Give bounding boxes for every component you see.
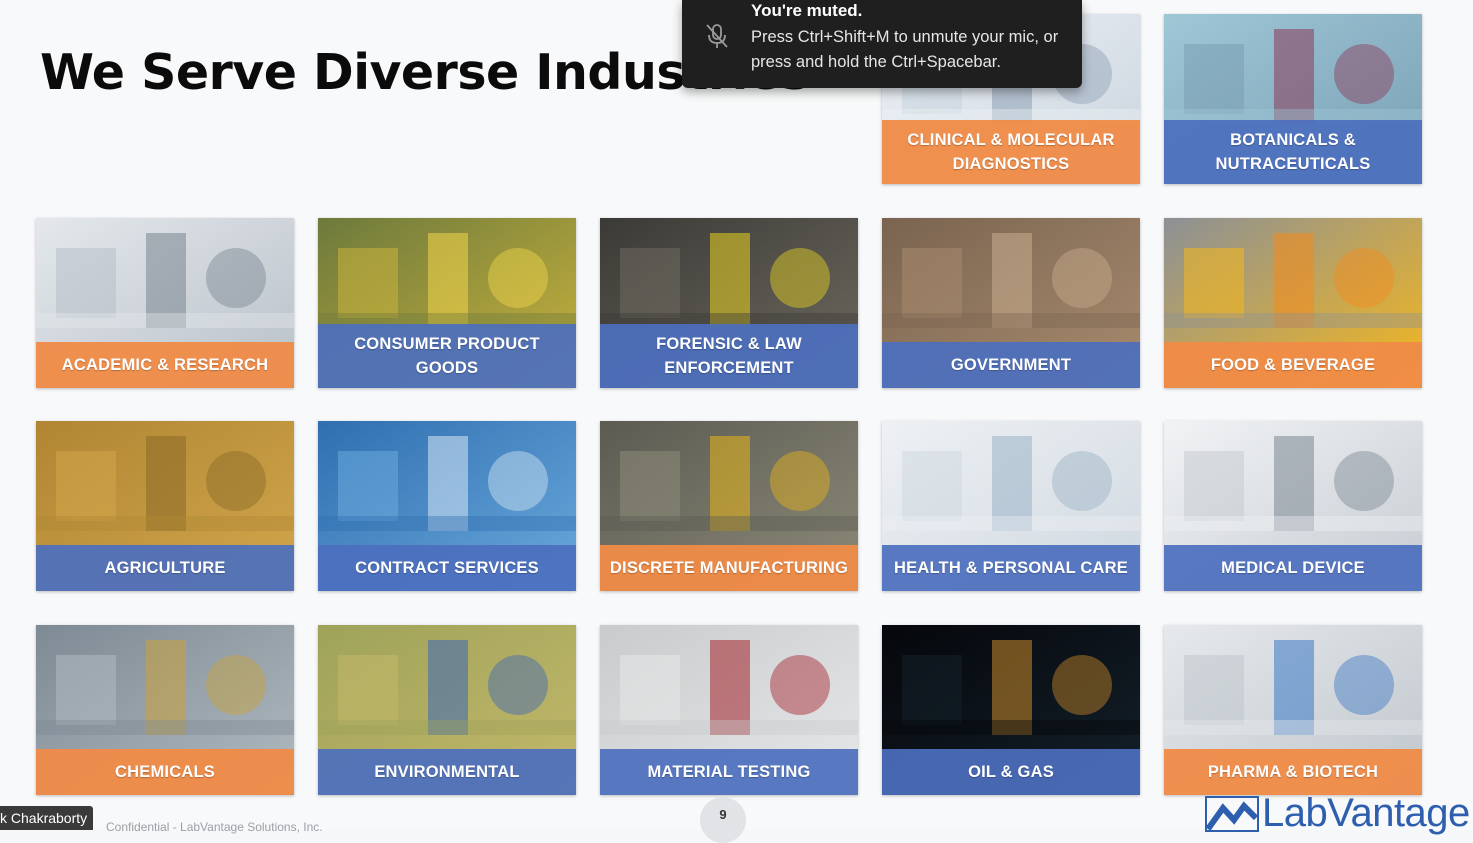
tile-label: CLINICAL & MOLECULAR DIAGNOSTICS: [882, 120, 1140, 184]
tile-label: MEDICAL DEVICE: [1164, 545, 1422, 591]
logo-wordmark: LabVantage: [1262, 791, 1470, 835]
tile-label: PHARMA & BIOTECH: [1164, 749, 1422, 795]
mic-off-icon: [706, 24, 728, 48]
industry-tile[interactable]: OIL & GAS: [882, 625, 1140, 795]
tile-label: CONTRACT SERVICES: [318, 545, 576, 591]
tile-label: CHEMICALS: [36, 749, 294, 795]
industry-tile[interactable]: FOOD & BEVERAGE: [1164, 218, 1422, 388]
tile-label: HEALTH & PERSONAL CARE: [882, 545, 1140, 591]
tile-label: BOTANICALS & NUTRACEUTICALS: [1164, 120, 1422, 184]
page-number: 9: [700, 797, 746, 843]
tile-label: FOOD & BEVERAGE: [1164, 342, 1422, 388]
mute-title: You're muted.: [751, 1, 863, 20]
labvantage-logo: LabVantage: [1205, 791, 1473, 835]
industry-tile[interactable]: FORENSIC & LAW ENFORCEMENT: [600, 218, 858, 388]
tile-label: FORENSIC & LAW ENFORCEMENT: [600, 324, 858, 388]
industry-tile[interactable]: CONSUMER PRODUCT GOODS: [318, 218, 576, 388]
industry-tile[interactable]: CONTRACT SERVICES: [318, 421, 576, 591]
tile-label: GOVERNMENT: [882, 342, 1140, 388]
industry-tile[interactable]: BOTANICALS & NUTRACEUTICALS: [1164, 14, 1422, 184]
tile-label: OIL & GAS: [882, 749, 1140, 795]
tile-label: CONSUMER PRODUCT GOODS: [318, 324, 576, 388]
tile-label: DISCRETE MANUFACTURING: [600, 545, 858, 591]
industry-tile[interactable]: MATERIAL TESTING: [600, 625, 858, 795]
tile-label: ACADEMIC & RESEARCH: [36, 342, 294, 388]
industry-tile[interactable]: MEDICAL DEVICE: [1164, 421, 1422, 591]
industry-tile[interactable]: PHARMA & BIOTECH: [1164, 625, 1422, 795]
industry-tile[interactable]: ACADEMIC & RESEARCH: [36, 218, 294, 388]
mute-message: Press Ctrl+Shift+M to unmute your mic, o…: [751, 28, 1059, 71]
industry-tile[interactable]: GOVERNMENT: [882, 218, 1140, 388]
industry-tile[interactable]: AGRICULTURE: [36, 421, 294, 591]
industry-tile[interactable]: HEALTH & PERSONAL CARE: [882, 421, 1140, 591]
industry-tile[interactable]: DISCRETE MANUFACTURING: [600, 421, 858, 591]
mute-notification[interactable]: You're muted. Press Ctrl+Shift+M to unmu…: [682, 0, 1082, 88]
footer-confidential: Confidential - LabVantage Solutions, Inc…: [106, 820, 323, 834]
industry-tile[interactable]: ENVIRONMENTAL: [318, 625, 576, 795]
tile-label: ENVIRONMENTAL: [318, 749, 576, 795]
tile-label: MATERIAL TESTING: [600, 749, 858, 795]
presentation-slide: We Serve Diverse Industries CLINICAL & M…: [0, 0, 1473, 843]
logo-mark-icon: [1205, 796, 1259, 832]
tile-label: AGRICULTURE: [36, 545, 294, 591]
industry-tile[interactable]: CHEMICALS: [36, 625, 294, 795]
participant-name-tag: k Chakraborty: [0, 806, 94, 830]
